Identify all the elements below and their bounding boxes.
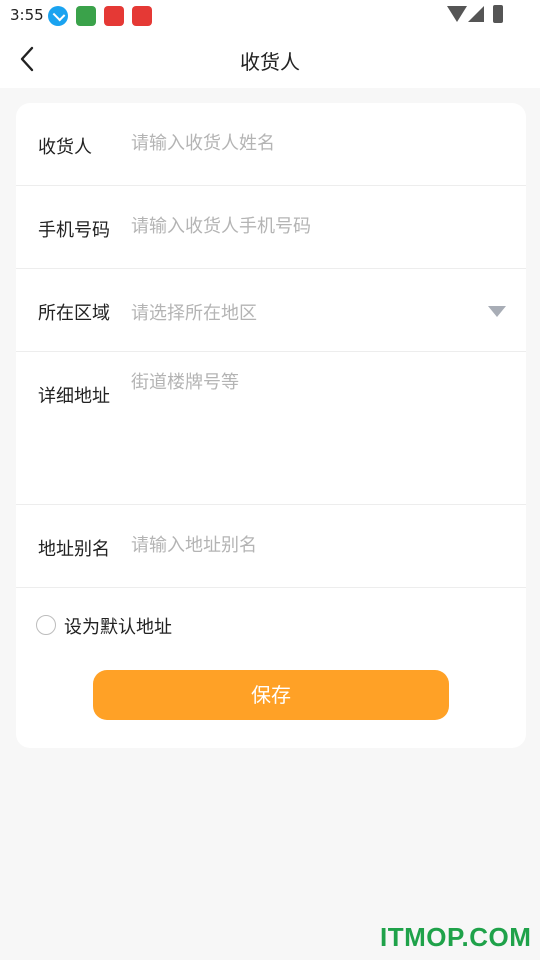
form-row-detail: 详细地址	[16, 352, 526, 505]
detail-address-input[interactable]	[131, 369, 481, 469]
region-select[interactable]: 所在区域 请选择所在地区	[16, 269, 526, 352]
app-notification-icon	[132, 6, 152, 26]
detail-label: 详细地址	[38, 386, 110, 407]
region-placeholder: 请选择所在地区	[131, 303, 257, 324]
save-button[interactable]: 保存	[93, 670, 449, 720]
chevron-down-icon	[488, 306, 506, 317]
address-form-card: 收货人 手机号码 所在区域 请选择所在地区 详细地址 地址别名 设为默认地址 保…	[16, 103, 526, 748]
form-row-phone: 手机号码	[16, 186, 526, 269]
app-header: 收货人	[0, 30, 540, 88]
watermark: ITMOP.COM	[380, 922, 532, 952]
battery-icon	[493, 5, 503, 23]
radio-circle-icon	[36, 615, 56, 635]
name-input[interactable]	[131, 129, 481, 157]
status-bar: 3:55	[0, 0, 540, 30]
alias-input[interactable]	[131, 531, 481, 559]
app-notification-icon	[76, 6, 96, 26]
wifi-icon	[447, 6, 467, 22]
phone-input[interactable]	[131, 212, 481, 240]
form-row-alias: 地址别名	[16, 505, 526, 588]
status-time: 3:55	[10, 6, 44, 24]
phone-label: 手机号码	[38, 220, 110, 241]
page-title: 收货人	[240, 50, 300, 74]
app-notification-icon	[104, 6, 124, 26]
download-notification-icon	[48, 6, 68, 26]
alias-label: 地址别名	[38, 539, 110, 560]
region-label: 所在区域	[38, 303, 110, 324]
name-label: 收货人	[38, 137, 92, 158]
signal-icon	[468, 6, 484, 22]
form-row-name: 收货人	[16, 103, 526, 186]
default-address-label: 设为默认地址	[64, 617, 172, 638]
